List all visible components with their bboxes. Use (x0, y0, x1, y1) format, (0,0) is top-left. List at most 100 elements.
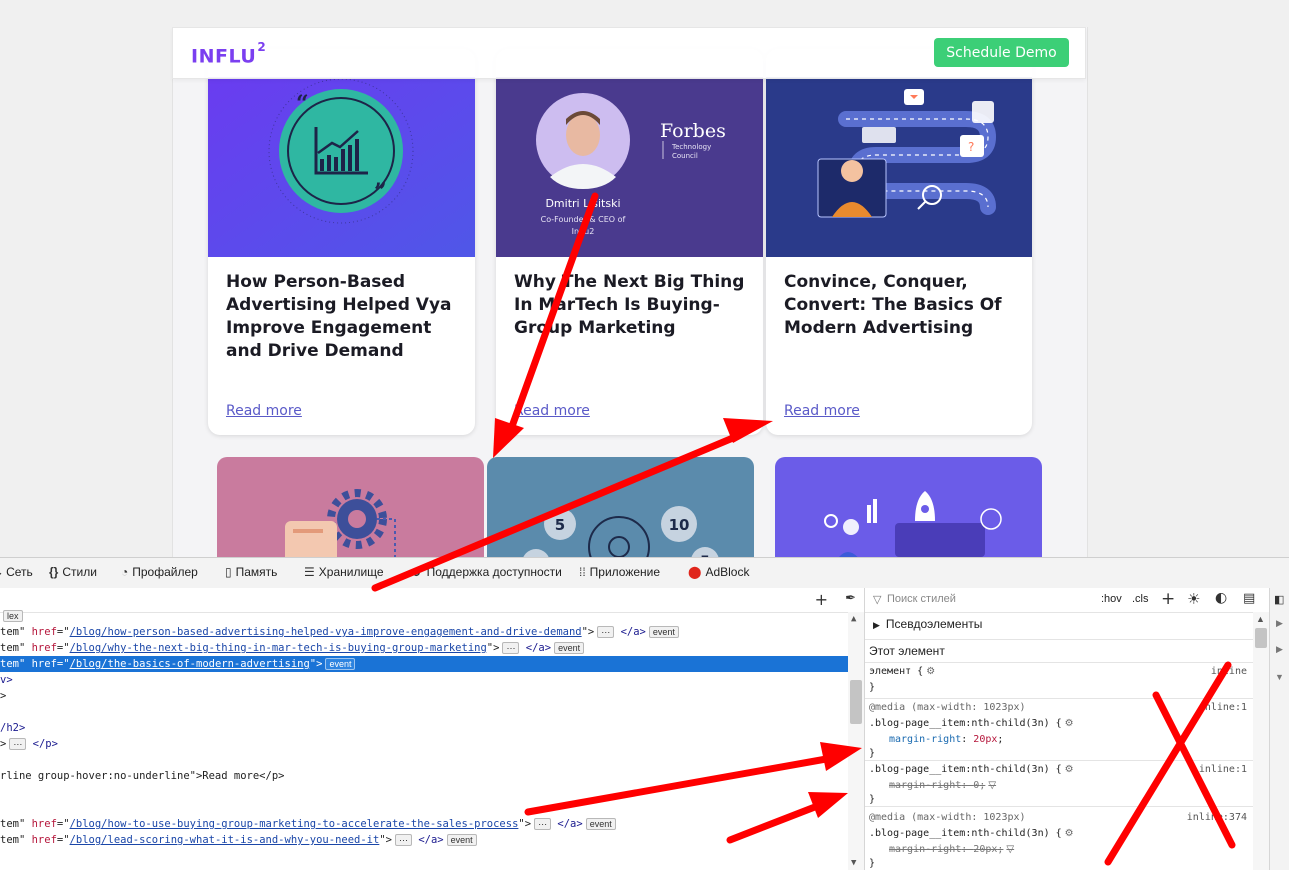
rule-media-query: @media (max-width: 1023px) (869, 702, 1026, 713)
network-icon: ⇅ (0, 565, 2, 579)
hov-toggle[interactable]: :hov (1101, 593, 1122, 605)
sidebar-toggle-icon[interactable]: ◧ (1274, 593, 1284, 606)
gear-icon[interactable]: ⚙ (1065, 764, 1074, 775)
rule-source[interactable]: inline:1 (1199, 700, 1247, 715)
flex-badge[interactable]: lex (3, 610, 23, 622)
property-name[interactable]: margin-right (889, 780, 961, 791)
blog-card-2[interactable]: Forbes Technology Council Dmitri Lisitsk… (496, 49, 763, 435)
card-2-title[interactable]: Why The Next Big Thing In MarTech Is Buy… (514, 271, 749, 340)
styles-toolbar: ▽ Поиск стилей :hov .cls + ☀ ◐ ▤ (865, 588, 1269, 613)
blog-card-6[interactable] (775, 457, 1042, 557)
site-logo[interactable]: INFLU2 (191, 40, 266, 68)
schedule-demo-button[interactable]: Schedule Demo (934, 38, 1069, 67)
contrast-icon[interactable]: ◐ (1215, 590, 1227, 606)
card-3-image[interactable]: ? (766, 77, 1032, 257)
add-rule-icon[interactable]: + (1161, 589, 1175, 609)
braces-icon: {} (49, 565, 59, 579)
add-node-icon[interactable]: + (815, 590, 828, 609)
svg-text:?: ? (968, 140, 974, 154)
expand-down-icon[interactable]: ▼ (1275, 672, 1284, 682)
expand-right-icon[interactable]: ▶ (1276, 644, 1283, 655)
cls-toggle[interactable]: .cls (1132, 593, 1149, 605)
property-value[interactable]: 0 (973, 780, 979, 791)
card-1-read-more-link[interactable]: Read more (226, 403, 302, 419)
card-3-title[interactable]: Convince, Conquer, Convert: The Basics O… (784, 271, 1019, 340)
property-name[interactable]: margin-right (889, 734, 961, 745)
style-rule-media-1[interactable]: @media (max-width: 1023px) inline:1 .blo… (865, 698, 1253, 761)
tab-adblock[interactable]: ⬤ AdBlock (688, 565, 749, 579)
styles-scrollbar[interactable]: ▲ (1253, 612, 1269, 870)
card-1-image[interactable]: “ ” (208, 77, 475, 257)
markup-line[interactable]: /h2> (0, 720, 25, 736)
print-media-icon[interactable]: ▤ (1243, 591, 1255, 606)
tab-application[interactable]: ⁞⁞ Приложение (579, 565, 660, 579)
style-rule-2[interactable]: .blog-page__item:nth-child(3n) {⚙ inline… (865, 760, 1253, 807)
accessibility-icon: ☻ (410, 565, 423, 579)
tab-network[interactable]: ⇅ Сеть (0, 565, 33, 579)
blog-card-1[interactable]: “ ” How Person-Based Advertising Helped … (208, 49, 475, 435)
card-5-image: 5 10 15 5 (487, 457, 754, 557)
card-2-image[interactable]: Forbes Technology Council Dmitri Lisitsk… (496, 77, 763, 257)
blog-card-4[interactable] (217, 457, 484, 557)
scroll-thumb[interactable] (850, 680, 862, 724)
logo-text: INFLU (191, 45, 257, 68)
card-5-number-2: 10 (669, 516, 690, 534)
scroll-down-icon[interactable]: ▼ (851, 858, 856, 868)
profiler-icon: ◔ (121, 565, 129, 579)
markup-line-selected[interactable]: tem" href="/blog/the-basics-of-modern-ad… (0, 656, 848, 672)
style-rule-inline[interactable]: элемент {⚙ inline } (865, 664, 1253, 699)
rule-source[interactable]: inline:1 (1199, 762, 1247, 777)
markup-line[interactable]: tem" href="/blog/how-person-based-advert… (0, 624, 679, 640)
scroll-up-icon[interactable]: ▲ (851, 614, 856, 624)
card-3-read-more-link[interactable]: Read more (784, 403, 860, 419)
pseudo-elements-toggle[interactable]: ▶ Псевдоэлементы (873, 617, 982, 631)
filter-icon[interactable]: ▽ (988, 780, 996, 791)
card-1-title[interactable]: How Person-Based Advertising Helped Vya … (226, 271, 461, 363)
markup-line[interactable]: tem" href="/blog/how-to-use-buying-group… (0, 816, 616, 832)
tab-storage[interactable]: ☰ Хранилище (304, 565, 384, 579)
logo-superscript: 2 (257, 40, 267, 54)
gear-icon[interactable]: ⚙ (1065, 718, 1074, 729)
blog-card-5[interactable]: 5 10 15 5 (487, 457, 754, 557)
markup-line[interactable]: > (0, 688, 6, 704)
rule-close-brace: } (869, 794, 876, 805)
inspector-scrollbar[interactable]: ▲ ▼ (848, 612, 864, 870)
property-value[interactable]: 20px (973, 844, 997, 855)
property-name[interactable]: margin-right (889, 844, 961, 855)
chevron-right-icon: ▶ (873, 620, 880, 630)
rule-close-brace: } (869, 682, 876, 693)
filter-styles-input[interactable]: Поиск стилей (887, 593, 956, 605)
gear-icon[interactable]: ⚙ (1065, 828, 1074, 839)
markup-line[interactable]: tem" href="/blog/why-the-next-big-thing-… (0, 640, 585, 656)
rule-source[interactable]: inline:374 (1187, 810, 1247, 825)
blog-card-3[interactable]: ? Convince, Conquer, Convert: The Basics… (766, 49, 1032, 435)
light-theme-icon[interactable]: ☀ (1187, 590, 1200, 608)
eyedropper-icon[interactable]: ✒ (845, 591, 856, 606)
devtools-panel: ⇅ Сеть {}Стили ◔Профайлер ▯Память ☰Хранил… (0, 557, 1289, 870)
tab-memory[interactable]: ▯ Память (225, 565, 277, 579)
gear-icon[interactable]: ⚙ (926, 666, 935, 677)
markup-line[interactable]: tem" href="/blog/lead-scoring-what-it-is… (0, 832, 477, 848)
tab-styles[interactable]: {} Стили (49, 565, 97, 579)
tab-storage-label: Хранилище (318, 565, 384, 579)
property-value[interactable]: 20px (973, 734, 997, 745)
card-2-read-more-link[interactable]: Read more (514, 403, 590, 419)
tab-application-label: Приложение (589, 565, 661, 579)
markup-line[interactable]: v> (0, 672, 13, 688)
markup-line[interactable]: lex (0, 608, 23, 624)
tab-accessibility[interactable]: ☻ Поддержка доступности (410, 565, 562, 579)
tab-profiler[interactable]: ◔ Профайлер (121, 565, 198, 579)
rule-source[interactable]: inline (1211, 664, 1247, 679)
scroll-thumb[interactable] (1255, 628, 1267, 648)
markup-line[interactable]: > ⋯ </p> (0, 736, 58, 752)
rule-selector: .blog-page__item:nth-child(3n) { (869, 764, 1062, 775)
filter-icon[interactable]: ▽ (1006, 844, 1014, 855)
scroll-up-icon[interactable]: ▲ (1256, 614, 1265, 624)
devtools-side-rail: ◧ ▶ ▶ ▼ (1269, 588, 1289, 870)
card-2-brand-sub-2: Council (672, 152, 698, 160)
expand-right-icon[interactable]: ▶ (1276, 618, 1283, 629)
markup-line[interactable]: rline group-hover:no-underline">Read mor… (0, 768, 284, 784)
tab-adblock-label: AdBlock (705, 565, 750, 579)
pseudo-label: Псевдоэлементы (885, 617, 983, 631)
style-rule-media-2[interactable]: @media (max-width: 1023px) inline:374 .b… (865, 806, 1253, 870)
